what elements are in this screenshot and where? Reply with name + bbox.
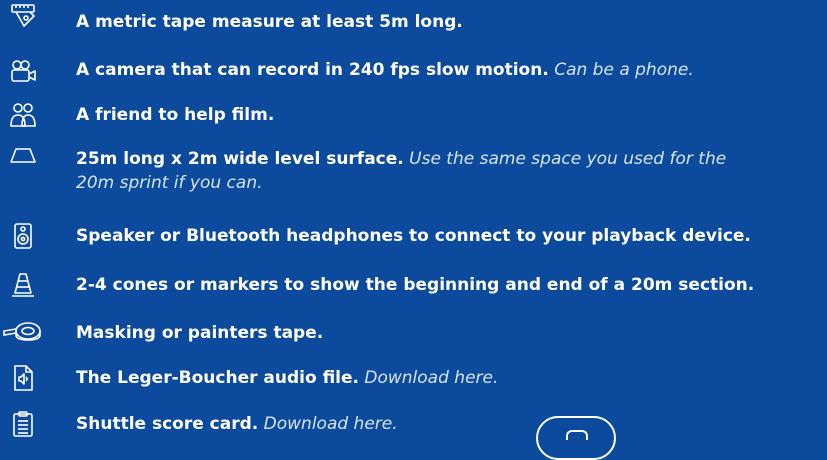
rounded-emblem <box>536 416 616 460</box>
cone-icon <box>10 272 36 298</box>
item-label: A friend to help film. <box>76 105 275 125</box>
item-label: Speaker or Bluetooth headphones to conne… <box>76 226 751 246</box>
item-label: A metric tape measure at least 5m long. <box>76 12 463 32</box>
item-label: Masking or painters tape. <box>76 323 324 343</box>
speaker-icon <box>10 223 36 249</box>
download-link[interactable]: Download here. <box>364 368 498 388</box>
item-label: A camera that can record in 240 fps slow… <box>76 60 549 80</box>
download-link[interactable]: Download here. <box>264 414 398 434</box>
masking-tape-icon <box>2 320 42 346</box>
clipboard-icon <box>10 411 36 437</box>
item-label: Shuttle score card. <box>76 414 259 434</box>
emblem-detail <box>566 430 588 440</box>
people-icon <box>10 102 36 128</box>
equipment-list: A metric tape measure at least 5m long. … <box>0 0 827 440</box>
tape-measure-icon <box>10 3 36 29</box>
item-label: 2-4 cones or markers to show the beginni… <box>76 275 755 295</box>
item-label: The Leger-Boucher audio file. <box>76 368 359 388</box>
item-label: 25m long x 2m wide level surface. <box>76 149 404 169</box>
item-note: Can be a phone. <box>554 60 694 80</box>
audio-file-icon <box>10 365 36 391</box>
camera-icon <box>10 59 36 85</box>
surface-icon <box>10 145 36 171</box>
